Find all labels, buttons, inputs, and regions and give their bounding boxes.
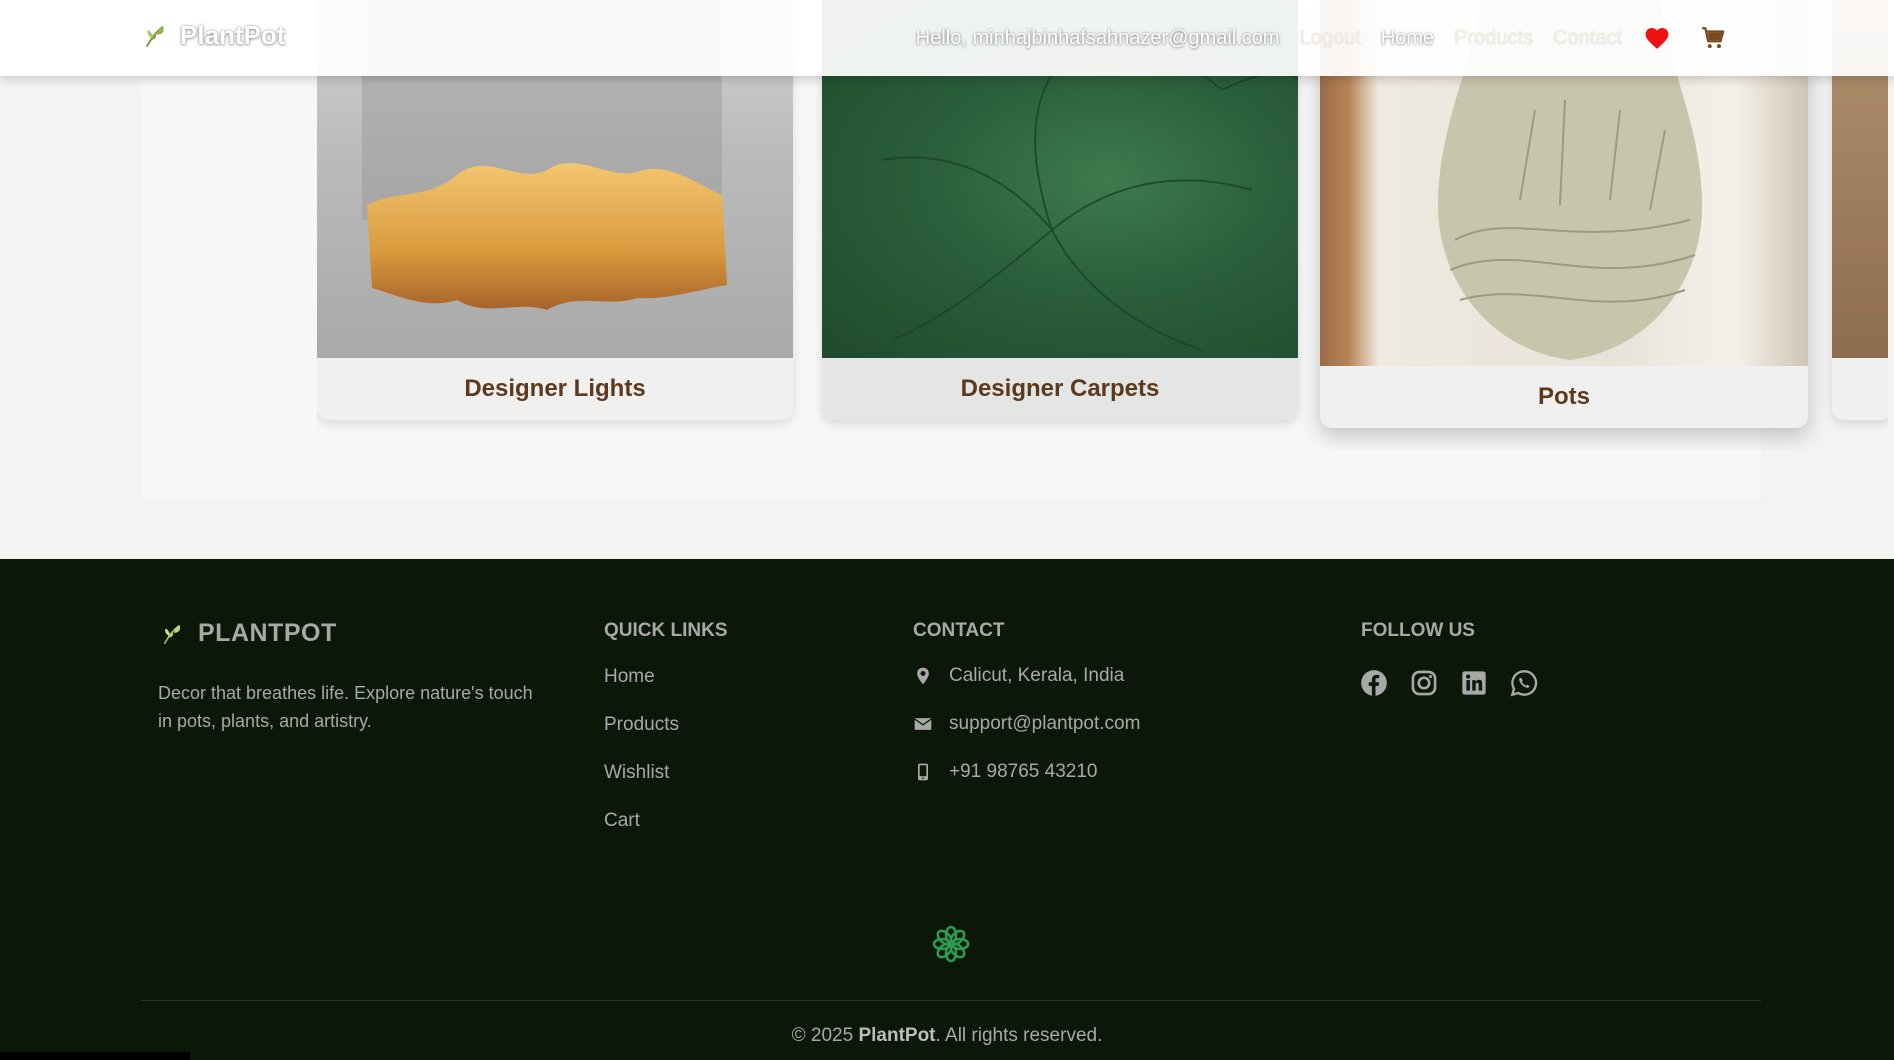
nav-products[interactable]: Products [1454,27,1533,50]
card-label: Designer Carpets [822,358,1298,420]
footer-link-home[interactable]: Home [604,666,655,688]
card-label [1832,358,1888,420]
footer-link-wishlist[interactable]: Wishlist [604,762,669,784]
contact-address: Calicut, Kerala, India [913,665,1124,687]
address-text: Calicut, Kerala, India [949,665,1125,686]
contact-email[interactable]: support@plantpot.com [913,713,1140,735]
user-greeting: Hello, minhajbinhafsahnazer@gmail.com [915,26,1280,49]
flower-icon [932,925,970,963]
phone-icon [918,763,928,781]
footer-brand-name: PLANTPOT [198,619,337,647]
whatsapp-icon[interactable] [1510,669,1538,697]
leaf-icon [145,25,164,47]
brand-logo-link[interactable]: PlantPot [142,20,285,51]
footer-tagline: Decor that breathes life. Explore nature… [158,683,533,731]
footer-brand: PLANTPOT [160,619,337,648]
footer-divider [141,1000,1761,1001]
envelope-icon [914,718,932,730]
card-label: Designer Lights [317,358,793,420]
linkedin-icon[interactable] [1460,669,1488,697]
copyright: © 2025 PlantPot. All rights reserved. [0,1025,1894,1047]
card-label: Pots [1320,366,1808,428]
nav-links: Hello, minhajbinhafsahnazer@gmail.com Lo… [916,0,1894,76]
social-links [1360,669,1538,697]
leaf-icon [163,624,181,644]
copyright-brand: PlantPot [858,1025,936,1046]
nav-home[interactable]: Home [1381,27,1434,50]
footer-link-products[interactable]: Products [604,714,679,736]
navbar: PlantPot Hello, minhajbinhafsahnazer@gma… [0,0,1894,76]
instagram-icon[interactable] [1410,669,1438,697]
email-text: support@plantpot.com [949,713,1141,734]
quick-links-heading: QUICK LINKS [604,620,728,641]
contact-phone[interactable]: +91 98765 43210 [913,761,1097,783]
brand-name: PlantPot [180,20,286,50]
nav-logout[interactable]: Logout [1300,27,1361,50]
phone-text: +91 98765 43210 [949,761,1098,782]
nav-contact[interactable]: Contact [1553,27,1622,50]
bottom-overlay-bar [0,1052,190,1060]
location-pin-icon [917,667,929,685]
footer-link-cart[interactable]: Cart [604,810,640,832]
contact-heading: CONTACT [913,620,1005,641]
cart-icon[interactable] [1700,25,1726,51]
follow-us-heading: FOLLOW US [1361,620,1475,641]
facebook-icon[interactable] [1360,669,1388,697]
copyright-suffix: . All rights reserved. [935,1025,1103,1046]
heart-icon[interactable] [1644,26,1670,50]
footer: PLANTPOT Decor that breathes life. Explo… [0,559,1894,1060]
copyright-year: © 2025 [791,1025,854,1046]
